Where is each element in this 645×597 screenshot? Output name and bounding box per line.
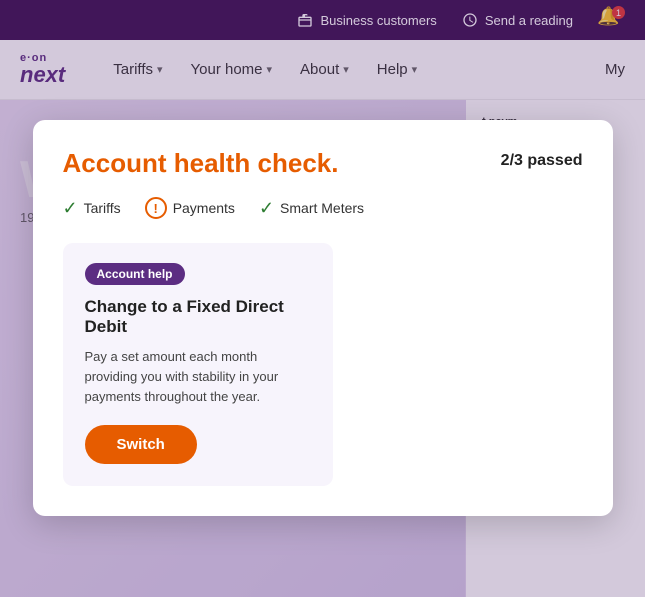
check-smart-meters: ✓ Smart Meters [259,198,364,219]
modal-title: Account health check. [63,148,339,179]
account-health-modal: Account health check. 2/3 passed ✓ Tarif… [33,120,613,516]
check-smart-meters-label: Smart Meters [280,200,364,216]
check-tariffs: ✓ Tariffs [63,198,121,219]
modal-checks: ✓ Tariffs ! Payments ✓ Smart Meters [63,197,583,219]
card-tag: Account help [85,263,185,285]
check-tariffs-label: Tariffs [84,200,121,216]
warning-icon: ! [145,197,167,219]
checkmark-icon: ✓ [259,198,274,219]
modal-passed: 2/3 passed [501,152,583,170]
card-title: Change to a Fixed Direct Debit [85,297,311,337]
modal-overlay: Account health check. 2/3 passed ✓ Tarif… [0,0,645,597]
card-description: Pay a set amount each month providing yo… [85,347,311,407]
checkmark-icon: ✓ [63,198,78,219]
check-payments-label: Payments [173,200,235,216]
check-payments: ! Payments [145,197,235,219]
switch-button[interactable]: Switch [85,425,197,464]
modal-header: Account health check. 2/3 passed [63,148,583,179]
account-help-card: Account help Change to a Fixed Direct De… [63,243,333,486]
